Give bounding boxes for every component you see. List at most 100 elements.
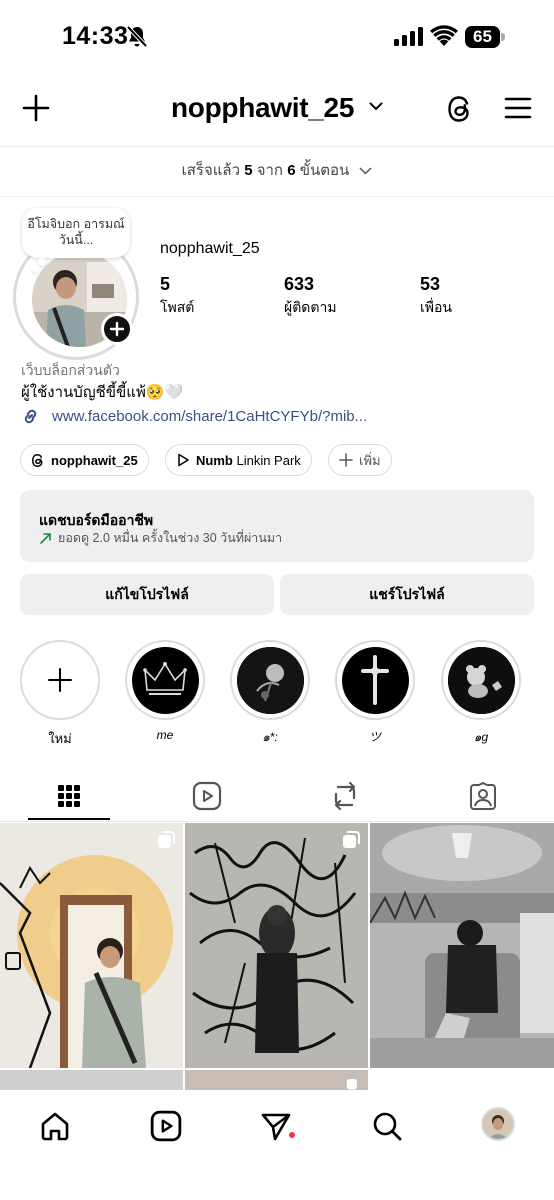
battery-level: 65	[473, 27, 492, 46]
nav-profile-avatar[interactable]	[481, 1107, 515, 1141]
highlight-new[interactable]: ใหม่	[20, 640, 100, 749]
threads-chip[interactable]: nopphawit_25	[20, 444, 149, 476]
nav-search[interactable]	[367, 1108, 407, 1144]
highlight-label: ๑*:	[262, 730, 278, 744]
trending-up-icon	[40, 532, 51, 544]
nav-direct[interactable]	[256, 1108, 296, 1144]
active-tab-indicator	[28, 818, 110, 820]
profile-header: nopphawit_25	[0, 80, 554, 140]
tab-reposts[interactable]	[276, 770, 414, 822]
stat-label: เพื่อน	[420, 299, 452, 315]
highlight-label: ツ	[368, 730, 381, 744]
note-bubble[interactable]: อีโมจิบอก อารมณ์วันนี้...	[22, 208, 130, 258]
search-icon	[373, 1112, 402, 1141]
stat-value: 633	[284, 274, 315, 294]
carousel-icon	[346, 1079, 357, 1090]
bear-photo	[447, 646, 515, 714]
profile-bio: ผู้ใช้งานบัญชีขี้ขี้แพ้🥺🤍	[21, 384, 184, 401]
link-icon	[24, 409, 37, 424]
nav-reels[interactable]	[146, 1108, 186, 1144]
music-artist: Linkin Park	[236, 452, 301, 468]
highlight-item[interactable]: ツ	[335, 640, 415, 745]
add-chip[interactable]: เพิ่ม	[328, 444, 392, 476]
carousel-icon	[343, 831, 360, 848]
plus-icon	[339, 453, 353, 467]
stat-label: โพสต์	[160, 299, 195, 315]
note-bubble-tail	[33, 268, 38, 273]
note-text: อีโมจิบอก อารมณ์วันนี้...	[27, 217, 125, 247]
profile-category: เว็บบล็อกส่วนตัว	[21, 362, 120, 378]
carousel-icon	[158, 831, 175, 848]
cross-icon	[361, 655, 389, 705]
post-thumbnail[interactable]	[370, 1070, 554, 1090]
plus-icon	[48, 668, 72, 692]
status-bar: 14:33 65	[0, 0, 554, 76]
notification-dot	[289, 1132, 295, 1138]
dashboard-views: ยอดดู 2.0 หมื่น ครั้งในช่วง 30 วันที่ผ่า…	[58, 531, 283, 545]
dashboard-subtitle: ยอดดู 2.0 หมื่น ครั้งในช่วง 30 วันที่ผ่า…	[39, 528, 282, 548]
play-icon	[178, 453, 189, 467]
post-thumbnail[interactable]	[0, 1070, 183, 1090]
wifi-icon	[430, 25, 458, 46]
profile-completion-progress[interactable]: เสร็จแล้ว 5 จาก 6 ขั้นตอน	[0, 158, 554, 182]
crown-icon	[143, 662, 187, 695]
progress-prefix: เสร็จแล้ว	[181, 162, 241, 179]
status-time: 14:33	[62, 22, 129, 50]
stat-followers[interactable]: 633 ผู้ติดตาม	[284, 274, 337, 319]
threads-chip-label: nopphawit_25	[51, 452, 138, 468]
signal-icon	[394, 27, 423, 46]
highlight-label: ๑g	[473, 730, 489, 744]
progress-suffix: ขั้นตอน	[299, 162, 350, 179]
progress-done: 5	[244, 162, 253, 179]
stat-posts[interactable]: 5 โพสต์	[160, 274, 194, 319]
note-bubble-tail	[38, 258, 46, 266]
stat-value: 53	[420, 274, 441, 294]
highlight-item[interactable]: ๑g	[441, 640, 521, 747]
threads-icon[interactable]	[446, 94, 474, 124]
home-icon	[41, 1112, 69, 1141]
highlight-label: me	[156, 728, 174, 742]
edit-profile-button[interactable]: แก้ไขโปรไฟล์	[20, 574, 274, 615]
tab-reels[interactable]	[138, 770, 276, 822]
add-story-button[interactable]	[101, 313, 133, 345]
bell-slash-icon	[126, 25, 148, 48]
progress-divider	[0, 196, 554, 197]
post-thumbnail[interactable]	[0, 823, 183, 1068]
share-profile-button[interactable]: แชร์โปรไฟล์	[280, 574, 534, 615]
nav-home[interactable]	[35, 1108, 75, 1144]
bottom-nav	[0, 1090, 554, 1200]
post-thumbnail[interactable]	[370, 823, 554, 1068]
stat-friends[interactable]: 53 เพื่อน	[420, 274, 452, 319]
header-divider	[0, 146, 554, 147]
music-chip[interactable]: Numb Linkin Park	[165, 444, 312, 476]
chevron-down-icon[interactable]	[369, 102, 383, 111]
plus-icon	[109, 321, 125, 337]
direct-icon	[261, 1113, 291, 1141]
menu-icon[interactable]	[504, 96, 532, 120]
tab-grid[interactable]	[0, 770, 138, 822]
bio-link-text: www.facebook.com/share/1CaHtCYFYb/?mib..…	[52, 408, 368, 425]
post-thumbnail[interactable]	[185, 823, 368, 1068]
music-title: Numb	[196, 452, 233, 468]
tab-tagged[interactable]	[414, 770, 552, 822]
stat-value: 5	[160, 274, 171, 294]
rose-photo	[236, 646, 304, 714]
add-chip-label: เพิ่ม	[359, 452, 381, 468]
post-thumbnail[interactable]	[185, 1070, 368, 1090]
tagged-icon	[470, 782, 496, 810]
highlight-item[interactable]: ๑*:	[230, 640, 310, 747]
highlight-label: ใหม่	[48, 731, 72, 746]
grid-icon	[58, 785, 80, 807]
highlight-item[interactable]: me	[125, 640, 205, 742]
reels-icon	[150, 1110, 182, 1142]
profile-tabs	[0, 770, 554, 822]
bio-link[interactable]: www.facebook.com/share/1CaHtCYFYb/?mib..…	[21, 407, 367, 426]
account-switcher-username[interactable]: nopphawit_25	[171, 92, 354, 124]
profile-name: nopphawit_25	[160, 240, 260, 257]
professional-dashboard[interactable]: แดชบอร์ดมืออาชีพ ยอดดู 2.0 หมื่น ครั้งใน…	[20, 490, 534, 562]
chevron-down-icon	[359, 167, 372, 175]
threads-icon	[31, 453, 43, 467]
plus-icon[interactable]	[22, 94, 50, 122]
progress-total: 6	[287, 162, 296, 179]
stat-label: ผู้ติดตาม	[284, 299, 337, 315]
